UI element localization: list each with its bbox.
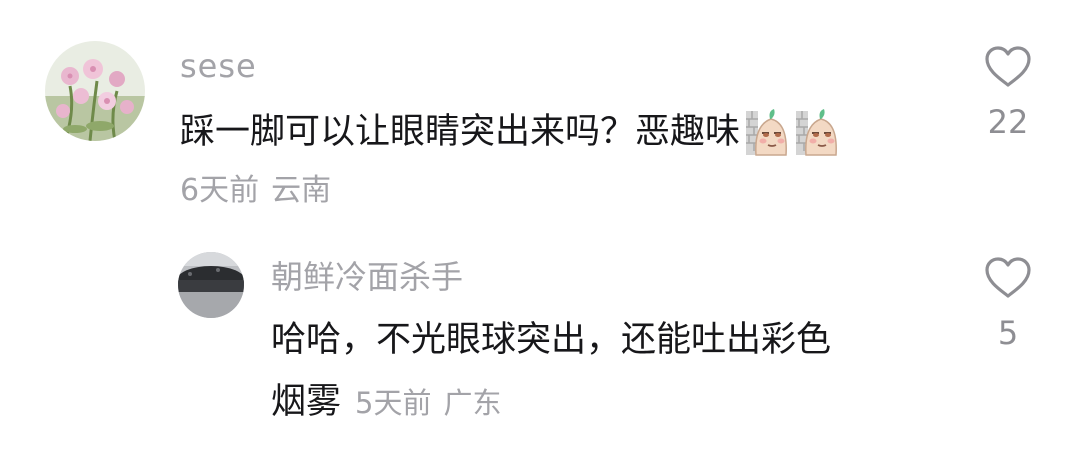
comment-like-count: 22 (987, 103, 1029, 141)
embarrassed-potato-emoji (744, 107, 790, 157)
reply-like-count: 5 (997, 314, 1019, 352)
reply-text-line2-row: 烟雾 5天前 广东 (271, 380, 501, 424)
comment-location: 云南 (271, 173, 332, 208)
comment-text: 踩一脚可以让眼睛突出来吗？恶趣味 (180, 107, 840, 157)
comment-text-body: 踩一脚可以让眼睛突出来吗？恶趣味 (180, 112, 741, 152)
reply-meta: 5天前 广东 (355, 385, 501, 421)
comment-thread: sese 踩一脚可以让眼睛突出来吗？恶趣味 6天前 云南 22 朝鲜冷面杀手 哈… (0, 0, 1080, 459)
reply-location: 广东 (443, 386, 502, 420)
reply-text-line1: 哈哈，不光眼球突出，还能吐出彩色 (271, 320, 832, 360)
reply-like-button[interactable]: 5 (978, 256, 1038, 352)
reply-time: 5天前 (355, 386, 432, 420)
avatar[interactable] (45, 41, 145, 141)
reply-username[interactable]: 朝鲜冷面杀手 (271, 257, 463, 297)
reply-text-line2: 烟雾 (271, 382, 342, 422)
comment-like-button[interactable]: 22 (978, 45, 1038, 141)
heart-outline-icon[interactable] (984, 256, 1032, 300)
comment-username[interactable]: sese (180, 46, 257, 86)
reply-avatar[interactable] (178, 252, 244, 318)
comment-time: 6天前 (180, 173, 260, 208)
heart-outline-icon[interactable] (984, 45, 1032, 89)
comment-meta: 6天前 云南 (180, 173, 331, 209)
embarrassed-potato-emoji (794, 107, 840, 157)
